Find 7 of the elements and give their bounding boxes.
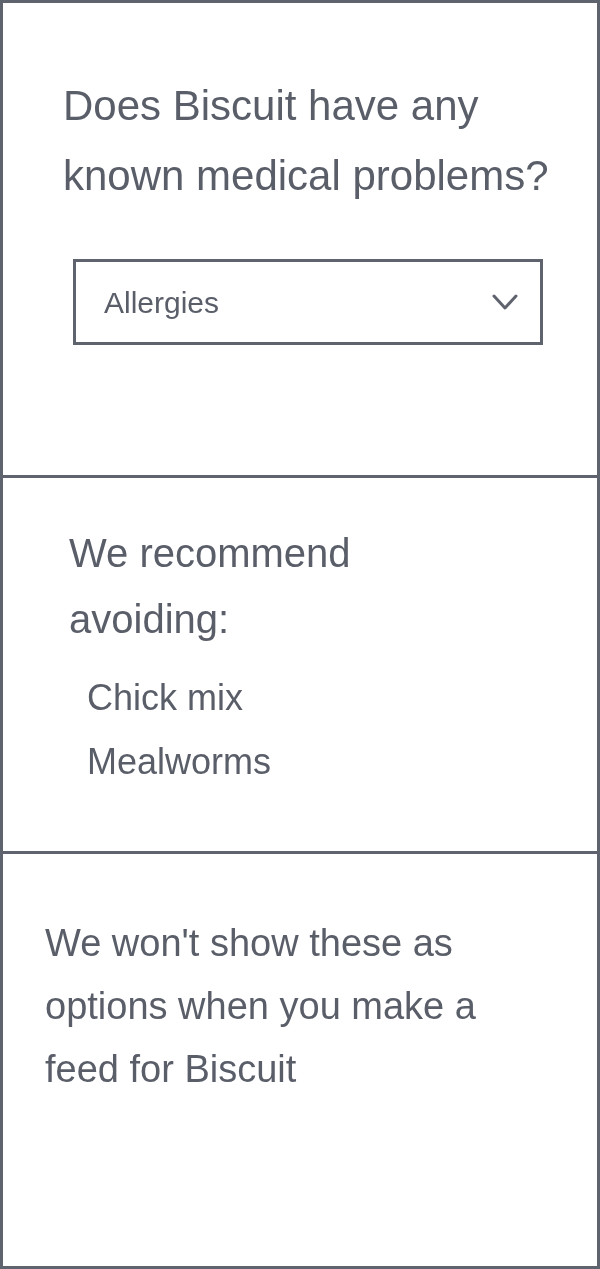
chevron-down-icon [492,294,518,310]
question-text: Does Biscuit have any known medical problems? [63,81,550,201]
avoided-food-item: Mealworms [87,740,273,784]
avoided-food-item: Chick mix [87,676,244,720]
note-text: We won't show these as options when you make a feed for Biscuit [45,921,477,1092]
recommendation-heading: We recommend avoiding: [69,530,352,643]
condition-dropdown[interactable]: Allergies [73,259,543,345]
